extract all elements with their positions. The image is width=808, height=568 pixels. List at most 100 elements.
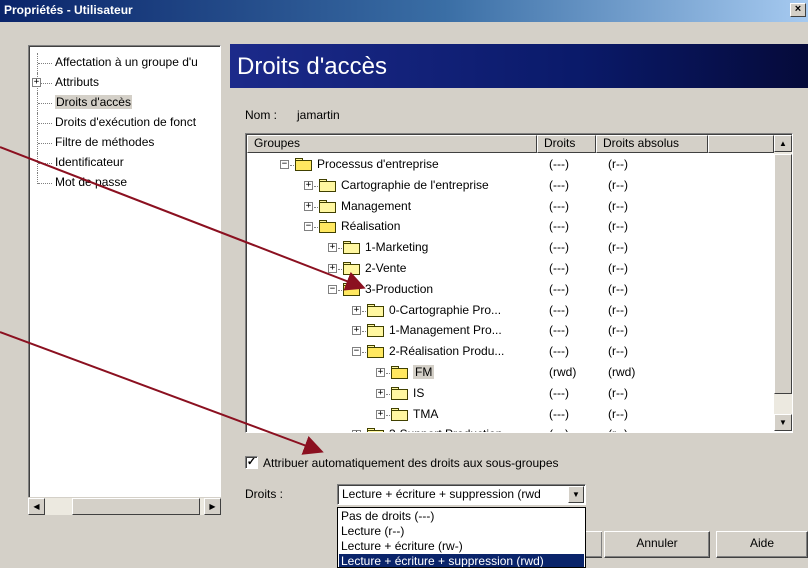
plus-icon[interactable]: +	[32, 78, 41, 87]
group-name: Processus d'entreprise	[317, 157, 439, 171]
group-droits-absolus: (r--)	[608, 344, 628, 359]
title-bar[interactable]: Propriétés - Utilisateur ×	[0, 0, 808, 22]
group-droits: (---)	[549, 219, 569, 234]
chevron-down-icon[interactable]: ▼	[568, 486, 584, 503]
annuler-button[interactable]: Annuler	[604, 531, 710, 558]
table-row[interactable]: +1-Marketing (---) (r--)	[247, 238, 773, 258]
table-row[interactable]: +1-Management Pro... (---) (r--)	[247, 321, 773, 341]
table-row[interactable]: − Processus d'entreprise (---) (r--)	[247, 155, 773, 175]
tree-line	[38, 183, 52, 184]
table-row[interactable]: + TMA (---) (r--)	[247, 405, 773, 425]
plus-icon[interactable]: +	[376, 409, 385, 419]
nav-item[interactable]: Filtre de méthodes	[29, 133, 220, 153]
group-name: 3-Production	[365, 281, 434, 296]
group-name: 0-Cartographie Pro...	[389, 302, 502, 317]
table-row[interactable]: − 2-Réalisation Produ... (---) (r--)	[247, 342, 773, 362]
dropdown-option[interactable]: Lecture (r--)	[339, 524, 584, 539]
plus-icon[interactable]: +	[376, 368, 385, 377]
plus-icon[interactable]: +	[328, 243, 337, 253]
auto-rights-label[interactable]: Attribuer automatiquement des droits aux…	[263, 456, 559, 470]
table-row[interactable]: + Cartographie de l'entreprise (---) (r--)	[247, 176, 773, 196]
group-droits: (---)	[549, 323, 569, 338]
folder-icon	[391, 407, 409, 422]
group-name: TMA	[413, 406, 439, 421]
droits-select[interactable]: Lecture + écriture + suppression (rwd ▼	[337, 484, 586, 505]
plus-icon[interactable]: +	[328, 264, 337, 273]
plus-icon[interactable]: +	[304, 201, 313, 211]
nav-item-label: Mot de passe	[55, 175, 128, 189]
auto-rights-checkbox[interactable]: ✓	[245, 456, 258, 469]
plus-icon[interactable]: +	[352, 305, 361, 315]
tree-line	[38, 63, 52, 64]
table-row[interactable]: − 3-Production (---) (r--)	[247, 280, 773, 300]
window-title: Propriétés - Utilisateur	[4, 3, 133, 17]
plus-icon[interactable]: +	[304, 180, 313, 190]
plus-icon[interactable]: +	[352, 430, 361, 432]
folder-icon	[391, 366, 409, 380]
group-droits-absolus: (r--)	[608, 219, 628, 234]
column-header-droits[interactable]: Droits	[537, 135, 596, 153]
table-row[interactable]: + Management (---) (r--)	[247, 197, 773, 217]
group-droits: (---)	[549, 406, 569, 421]
dropdown-option[interactable]: Pas de droits (---)	[339, 509, 584, 524]
scroll-down-icon[interactable]: ▼	[774, 414, 792, 431]
folder-icon	[391, 386, 409, 401]
dropdown-option[interactable]: Lecture + écriture + suppression (rwd)	[339, 554, 584, 567]
table-row[interactable]: − Réalisation (---) (r--)	[247, 217, 773, 237]
plus-icon[interactable]: +	[352, 326, 361, 336]
vertical-scrollbar[interactable]: ▲ ▼	[774, 135, 792, 431]
column-header-empty	[708, 135, 774, 153]
folder-icon	[367, 324, 385, 338]
dropdown-option[interactable]: Lecture + écriture (rw-)	[339, 539, 584, 554]
nav-item-label: Droits d'accès	[55, 95, 132, 109]
scroll-up-icon[interactable]: ▲	[774, 135, 792, 152]
plus-icon[interactable]: +	[376, 388, 385, 398]
minus-icon[interactable]: −	[304, 222, 313, 232]
aide-button[interactable]: Aide	[716, 531, 808, 558]
droits-dropdown-list: Pas de droits (---) Lecture (r--) Lecture …	[337, 507, 586, 568]
scroll-thumb[interactable]	[774, 154, 792, 394]
folder-icon	[319, 178, 337, 193]
scroll-right-icon[interactable]: ▶	[204, 498, 221, 515]
table-row[interactable]: +0-Cartographie Pro... (---) (r--)	[247, 301, 773, 321]
nav-item-label: Droits d'exécution de fonct	[55, 115, 197, 129]
group-name: 2-Vente	[365, 261, 407, 275]
table-row[interactable]: +3-Support Production (---) (r--)	[247, 425, 773, 432]
folder-icon	[343, 262, 361, 276]
nav-item-label: Affectation à un groupe d'u	[55, 55, 198, 69]
minus-icon[interactable]: −	[328, 284, 337, 294]
nav-item[interactable]: + Attributs	[29, 73, 220, 93]
group-name: 2-Réalisation Produ...	[389, 344, 505, 359]
droits-select-value: Lecture + écriture + suppression (rwd	[342, 487, 541, 501]
nav-horizontal-scrollbar[interactable]: ◀ ▶	[28, 497, 221, 515]
group-droits-absolus: (r--)	[608, 261, 628, 275]
minus-icon[interactable]: −	[280, 160, 289, 169]
nav-item-label: Attributs	[55, 75, 100, 89]
scroll-left-icon[interactable]: ◀	[28, 498, 45, 515]
table-row[interactable]: + IS (---) (r--)	[247, 384, 773, 404]
scroll-thumb[interactable]	[72, 498, 200, 515]
minus-icon[interactable]: −	[352, 347, 361, 357]
group-droits: (---)	[549, 385, 569, 400]
nav-item[interactable]: Mot de passe	[29, 173, 220, 193]
nav-item[interactable]: Identificateur	[29, 153, 220, 173]
tree-line	[38, 163, 52, 164]
folder-icon	[343, 282, 361, 297]
group-droits: (---)	[549, 240, 569, 255]
close-icon[interactable]: ×	[790, 3, 806, 17]
column-header-droits-absolus[interactable]: Droits absolus	[596, 135, 708, 153]
group-name: 1-Marketing	[365, 240, 429, 255]
nav-item[interactable]: Droits d'accès	[29, 93, 220, 113]
nav-item[interactable]: Droits d'exécution de fonct	[29, 113, 220, 133]
group-name: IS	[413, 385, 425, 400]
group-droits-absolus: (r--)	[608, 427, 628, 432]
group-name: 1-Management Pro...	[389, 323, 502, 338]
group-droits-absolus: (rwd)	[608, 365, 636, 379]
group-droits-absolus: (r--)	[608, 323, 628, 338]
column-header-groupes[interactable]: Groupes	[247, 135, 537, 153]
table-row[interactable]: + FM (rwd) (rwd)	[247, 363, 773, 383]
group-name: Réalisation	[341, 219, 401, 234]
table-row[interactable]: +2-Vente (---) (r--)	[247, 259, 773, 279]
name-value: jamartin	[297, 108, 340, 122]
nav-item[interactable]: Affectation à un groupe d'u	[29, 53, 220, 73]
